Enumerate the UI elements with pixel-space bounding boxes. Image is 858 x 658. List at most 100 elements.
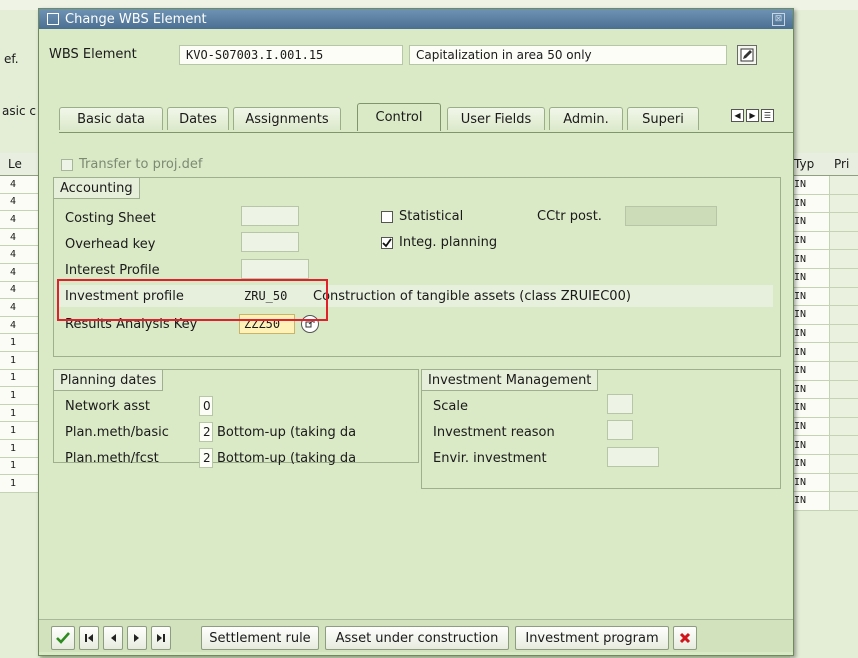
plan-meth-basic-label: Plan.meth/basic (65, 425, 169, 440)
tab-basic-data[interactable]: Basic data (59, 107, 163, 130)
table-row[interactable]: 4 (0, 246, 40, 264)
tab-superior[interactable]: Superi (627, 107, 699, 130)
investment-profile-description: Construction of tangible assets (class Z… (313, 289, 631, 304)
table-row[interactable]: 4 (0, 299, 40, 317)
edit-description-button[interactable] (737, 45, 757, 65)
costing-sheet-field[interactable] (241, 206, 299, 226)
tab-assignments[interactable]: Assignments (233, 107, 341, 130)
confirm-button[interactable] (51, 626, 75, 650)
table-row[interactable]: 1 (0, 475, 40, 493)
close-icon[interactable]: ⊠ (772, 13, 785, 26)
table-row[interactable]: IN (790, 399, 858, 418)
background-left-grid: Le 4 4 4 4 4 4 4 4 4 1 1 1 1 1 1 1 1 1 (0, 153, 40, 493)
dialog-toolbar: Settlement rule Asset under construction… (39, 619, 793, 652)
table-row[interactable]: 1 (0, 439, 40, 458)
interest-profile-field[interactable] (241, 259, 309, 279)
investment-management-title: Investment Management (422, 370, 599, 391)
statistical-label: Statistical (399, 209, 464, 224)
next-icon (134, 634, 139, 642)
investment-program-button[interactable]: Investment program (515, 626, 669, 650)
integ-planning-checkbox[interactable] (381, 237, 393, 249)
interest-profile-label: Interest Profile (65, 263, 160, 278)
network-asst-field[interactable]: 0 (199, 396, 213, 416)
highlight-box (57, 279, 328, 321)
table-row[interactable]: IN (790, 213, 858, 232)
table-row[interactable]: IN (790, 287, 858, 307)
grid-header-type[interactable]: Typ (790, 157, 830, 171)
cctr-post-label: CCtr post. (537, 209, 602, 224)
table-row[interactable]: 4 (0, 228, 40, 247)
table-row[interactable]: IN (790, 306, 858, 325)
settlement-rule-button[interactable]: Settlement rule (201, 626, 319, 650)
table-row[interactable]: 4 (0, 263, 40, 282)
wbs-description-field[interactable]: Capitalization in area 50 only (409, 45, 727, 65)
table-row[interactable]: 1 (0, 457, 40, 476)
table-row[interactable]: IN (790, 250, 858, 269)
plan-meth-fcst-description: Bottom-up (taking da (217, 451, 357, 466)
tab-scroll-right-icon[interactable]: ▶ (746, 109, 759, 122)
scale-field[interactable] (607, 394, 633, 414)
envir-investment-field[interactable] (607, 447, 659, 467)
plan-meth-basic-field[interactable]: 2 (199, 422, 213, 442)
table-row[interactable]: IN (790, 324, 858, 344)
tab-list-icon[interactable]: ☰ (761, 109, 774, 122)
previous-item-button[interactable] (103, 626, 123, 650)
table-row[interactable]: IN (790, 473, 858, 493)
overhead-key-field[interactable] (241, 232, 299, 252)
cancel-button[interactable] (673, 626, 697, 650)
table-row[interactable]: 1 (0, 387, 40, 405)
statistical-checkbox[interactable] (381, 211, 393, 223)
table-row[interactable]: 4 (0, 193, 40, 212)
plan-meth-fcst-field[interactable]: 2 (199, 448, 213, 468)
table-row[interactable]: 4 (0, 316, 40, 335)
table-row[interactable]: IN (790, 343, 858, 362)
table-row[interactable]: IN (790, 454, 858, 474)
next-item-button[interactable] (127, 626, 147, 650)
table-row[interactable]: 1 (0, 422, 40, 440)
asset-under-construction-button[interactable]: Asset under construction (325, 626, 509, 650)
table-row[interactable]: IN (790, 176, 858, 195)
overhead-key-label: Overhead key (65, 237, 156, 252)
table-row[interactable]: IN (790, 380, 858, 400)
tab-control[interactable]: Control (357, 103, 441, 131)
change-wbs-dialog: Change WBS Element ⊠ WBS Element KVO-S07… (38, 8, 794, 656)
grid-header-priority[interactable]: Pri (830, 157, 849, 171)
table-row[interactable]: IN (790, 194, 858, 214)
table-row[interactable]: IN (790, 492, 858, 511)
table-row[interactable]: 1 (0, 351, 40, 370)
table-row[interactable]: 4 (0, 281, 40, 300)
pencil-icon (740, 48, 754, 62)
table-row[interactable]: 1 (0, 369, 40, 388)
table-row[interactable]: IN (790, 361, 858, 381)
table-row[interactable]: IN (790, 231, 858, 251)
table-row[interactable]: 1 (0, 404, 40, 423)
cancel-icon (679, 632, 691, 644)
planning-dates-title: Planning dates (54, 370, 164, 391)
table-row[interactable]: IN (790, 436, 858, 455)
table-row[interactable]: 4 (0, 211, 40, 229)
costing-sheet-label: Costing Sheet (65, 211, 156, 226)
tab-scroll-left-icon[interactable]: ◀ (731, 109, 744, 122)
cctr-post-field[interactable] (625, 206, 717, 226)
background-label-ref: ef. (4, 52, 19, 66)
dialog-title: Change WBS Element (65, 11, 207, 27)
plan-meth-basic-description: Bottom-up (taking da (217, 425, 357, 440)
checkmark-icon (56, 632, 70, 644)
grid-header-level[interactable]: Le (0, 153, 40, 176)
dialog-titlebar[interactable]: Change WBS Element ⊠ (39, 9, 793, 29)
table-row[interactable]: IN (790, 268, 858, 288)
investment-reason-field[interactable] (607, 420, 633, 440)
first-item-button[interactable] (79, 626, 99, 650)
last-item-button[interactable] (151, 626, 171, 650)
wbs-element-label: WBS Element (49, 47, 137, 62)
tab-user-fields[interactable]: User Fields (447, 107, 545, 130)
wbs-element-field[interactable]: KVO-S07003.I.001.15 (179, 45, 403, 65)
planning-dates-group: Planning dates (53, 369, 419, 463)
tab-admin[interactable]: Admin. (549, 107, 623, 130)
table-row[interactable]: 1 (0, 334, 40, 352)
table-row[interactable]: IN (790, 417, 858, 437)
table-row[interactable]: 4 (0, 176, 40, 194)
transfer-checkbox[interactable] (61, 159, 73, 171)
first-icon (85, 634, 93, 642)
tab-dates[interactable]: Dates (167, 107, 229, 130)
